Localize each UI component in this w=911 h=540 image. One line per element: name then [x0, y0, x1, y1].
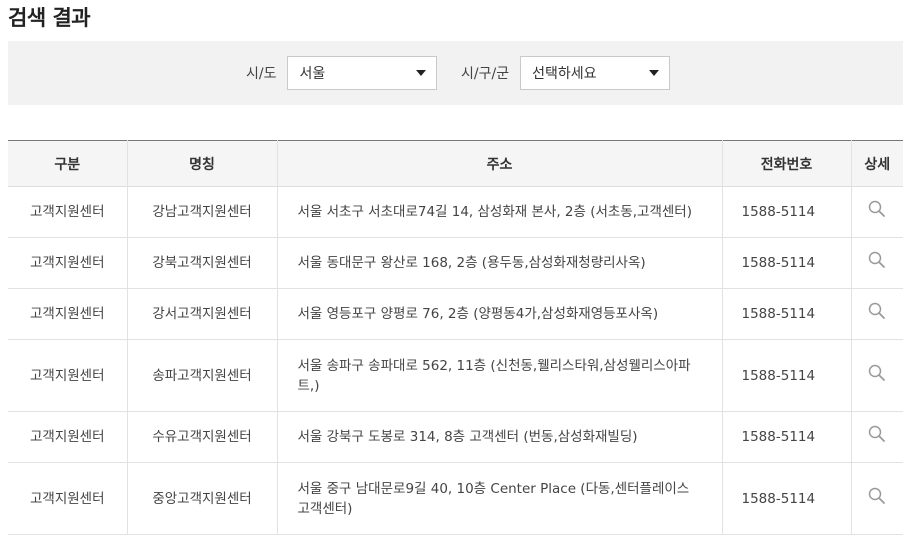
cell-phone: 1588-5114: [722, 339, 852, 412]
filter-bar: 시/도 서울 시/구/군 선택하세요: [8, 41, 903, 105]
sido-select[interactable]: 서울: [287, 56, 438, 90]
cell-phone: 1588-5114: [722, 288, 852, 340]
sido-select-value: 서울: [299, 66, 326, 82]
table-row: 고객지원센터 강서고객지원센터 서울 영등포구 양평로 76, 2층 (양평동4…: [8, 288, 903, 340]
cell-address: 서울 중구 남대문로9길 40, 10층 Center Place (다동,센터…: [277, 462, 723, 535]
search-icon[interactable]: [867, 301, 887, 321]
sigungu-filter: 시/구/군 선택하세요: [461, 56, 671, 90]
cell-address: 서울 서초구 서초대로74길 14, 삼성화재 본사, 2층 (서초동,고객센터…: [277, 186, 723, 238]
cell-name: 강남고객지원센터: [127, 186, 278, 238]
cell-detail: [851, 339, 903, 412]
search-icon[interactable]: [867, 486, 887, 506]
result-table: 구분 명칭 주소 전화번호 상세 고객지원센터 강남고객지원센터 서울 서초구 …: [8, 140, 903, 535]
table-row: 고객지원센터 강북고객지원센터 서울 동대문구 왕산로 168, 2층 (용두동…: [8, 237, 903, 289]
header-name: 명칭: [127, 140, 278, 187]
table-header-row: 구분 명칭 주소 전화번호 상세: [8, 140, 903, 187]
cell-address: 서울 동대문구 왕산로 168, 2층 (용두동,삼성화재청량리사옥): [277, 237, 723, 289]
search-icon[interactable]: [867, 199, 887, 219]
cell-detail: [851, 288, 903, 340]
table-row: 고객지원센터 송파고객지원센터 서울 송파구 송파대로 562, 11층 (신천…: [8, 339, 903, 412]
cell-name: 강서고객지원센터: [127, 288, 278, 340]
cell-address: 서울 송파구 송파대로 562, 11층 (신천동,웰리스타워,삼성웰리스아파트…: [277, 339, 723, 412]
cell-type: 고객지원센터: [8, 411, 128, 463]
header-address: 주소: [277, 140, 723, 187]
cell-type: 고객지원센터: [8, 237, 128, 289]
caret-down-icon: [649, 70, 660, 76]
sido-filter: 시/도 서울: [246, 56, 438, 90]
search-icon[interactable]: [867, 363, 887, 383]
page-title: 검색 결과: [8, 6, 91, 30]
header-type: 구분: [8, 140, 128, 187]
caret-down-icon: [416, 70, 427, 76]
cell-phone: 1588-5114: [722, 411, 852, 463]
cell-detail: [851, 186, 903, 238]
cell-type: 고객지원센터: [8, 186, 128, 238]
header-detail: 상세: [851, 140, 903, 187]
cell-type: 고객지원센터: [8, 462, 128, 535]
table-row: 고객지원센터 강남고객지원센터 서울 서초구 서초대로74길 14, 삼성화재 …: [8, 186, 903, 238]
sido-label: 시/도: [246, 66, 277, 82]
cell-address: 서울 강북구 도봉로 314, 8층 고객센터 (번동,삼성화재빌딩): [277, 411, 723, 463]
table-row: 고객지원센터 수유고객지원센터 서울 강북구 도봉로 314, 8층 고객센터 …: [8, 411, 903, 463]
cell-phone: 1588-5114: [722, 462, 852, 535]
cell-detail: [851, 462, 903, 535]
search-icon[interactable]: [867, 424, 887, 444]
search-icon[interactable]: [867, 250, 887, 270]
sigungu-label: 시/구/군: [461, 66, 510, 82]
cell-detail: [851, 411, 903, 463]
header-phone: 전화번호: [722, 140, 852, 187]
cell-address: 서울 영등포구 양평로 76, 2층 (양평동4가,삼성화재영등포사옥): [277, 288, 723, 340]
cell-name: 수유고객지원센터: [127, 411, 278, 463]
cell-phone: 1588-5114: [722, 237, 852, 289]
cell-type: 고객지원센터: [8, 339, 128, 412]
cell-name: 송파고객지원센터: [127, 339, 278, 412]
sigungu-select-value: 선택하세요: [532, 66, 597, 82]
cell-name: 강북고객지원센터: [127, 237, 278, 289]
table-row: 고객지원센터 중앙고객지원센터 서울 중구 남대문로9길 40, 10층 Cen…: [8, 462, 903, 535]
cell-name: 중앙고객지원센터: [127, 462, 278, 535]
cell-type: 고객지원센터: [8, 288, 128, 340]
cell-phone: 1588-5114: [722, 186, 852, 238]
cell-detail: [851, 237, 903, 289]
sigungu-select[interactable]: 선택하세요: [520, 56, 671, 90]
